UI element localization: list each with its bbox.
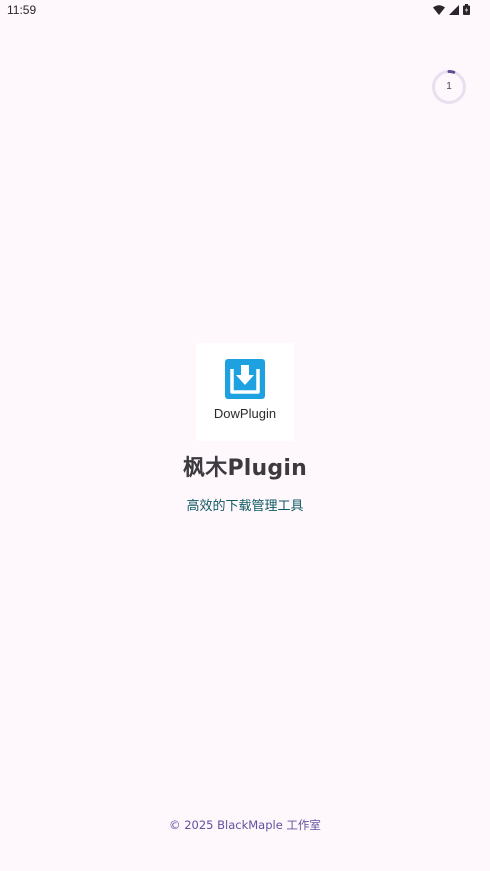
app-name: 枫木Plugin [183,456,307,481]
app-logo: DowPlugin [196,343,294,441]
battery-icon [463,4,470,15]
status-bar: 11:59 [0,0,490,22]
copyright-text: © 2025 BlackMaple 工作室 [169,818,321,832]
download-icon [225,359,265,403]
countdown-timer[interactable]: 1 [431,69,467,105]
app-tagline: 高效的下载管理工具 [186,499,304,514]
countdown-value: 1 [446,81,452,92]
status-icons [433,4,470,15]
status-time: 11:59 [7,3,37,17]
wifi-icon [433,4,445,15]
logo-text: DowPlugin [213,406,277,421]
cellular-signal-icon [449,4,459,15]
